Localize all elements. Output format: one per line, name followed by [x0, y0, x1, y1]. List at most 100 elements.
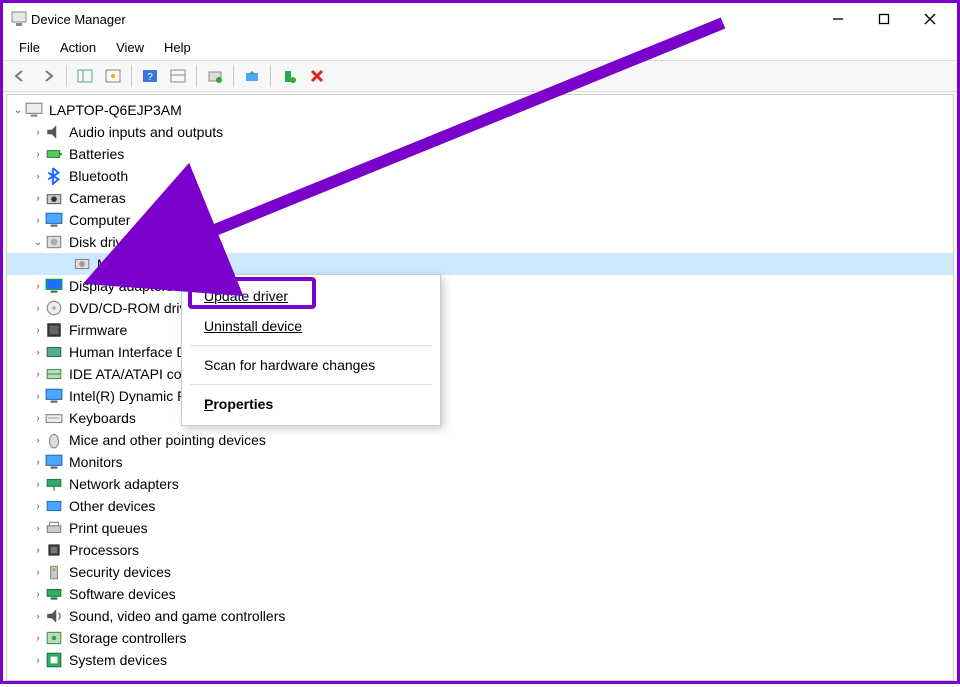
context-properties[interactable]: Properties: [182, 389, 440, 419]
tree-node[interactable]: ›Display adapters: [7, 275, 953, 297]
tree-node[interactable]: ⌄ Disk drives: [7, 231, 953, 253]
chevron-right-icon[interactable]: ›: [31, 281, 45, 292]
menu-file[interactable]: File: [9, 37, 50, 58]
chevron-right-icon[interactable]: ›: [31, 567, 45, 578]
chevron-right-icon[interactable]: ›: [31, 501, 45, 512]
tree-node[interactable]: › Storage controllers: [7, 627, 953, 649]
tree-node-label: MTFDDAK256TBN: [97, 256, 216, 272]
tree-node[interactable]: › Monitors: [7, 451, 953, 473]
tree-node[interactable]: › Audio inputs and outputs: [7, 121, 953, 143]
tree-node[interactable]: › Cameras: [7, 187, 953, 209]
context-separator: [190, 345, 432, 346]
uninstall-button[interactable]: [276, 63, 302, 89]
tree-node[interactable]: › Processors: [7, 539, 953, 561]
chevron-right-icon[interactable]: ›: [31, 545, 45, 556]
maximize-button[interactable]: [861, 3, 907, 35]
tree-node[interactable]: ›IDE ATA/ATAPI controllers: [7, 363, 953, 385]
chevron-down-icon[interactable]: ⌄: [11, 105, 25, 116]
tree-node-label: Cameras: [69, 190, 126, 206]
tree-node[interactable]: ›Bluetooth: [7, 165, 953, 187]
tree-node[interactable]: ›Keyboards: [7, 407, 953, 429]
chevron-right-icon[interactable]: ›: [31, 435, 45, 446]
chevron-down-icon[interactable]: ⌄: [31, 237, 45, 248]
tree-node[interactable]: ›Mice and other pointing devices: [7, 429, 953, 451]
toolbar-separator: [131, 65, 132, 87]
tree-node[interactable]: › Network adapters: [7, 473, 953, 495]
chevron-right-icon[interactable]: ›: [31, 303, 45, 314]
tree-node[interactable]: › System devices: [7, 649, 953, 671]
update-driver-button[interactable]: [239, 63, 265, 89]
chevron-right-icon[interactable]: ›: [31, 193, 45, 204]
tree-node-label: Audio inputs and outputs: [69, 124, 223, 140]
minimize-button[interactable]: [815, 3, 861, 35]
tree-node-label: Sound, video and game controllers: [69, 608, 285, 624]
tree-node-label: Print queues: [69, 520, 148, 536]
forward-button[interactable]: [35, 63, 61, 89]
context-uninstall-device[interactable]: Uninstall device: [182, 311, 440, 341]
context-scan-hardware[interactable]: Scan for hardware changes: [182, 350, 440, 380]
menu-help[interactable]: Help: [154, 37, 201, 58]
properties-button[interactable]: [100, 63, 126, 89]
disable-button[interactable]: [304, 63, 330, 89]
tree-node[interactable]: ›Security devices: [7, 561, 953, 583]
context-update-driver[interactable]: Update driver: [182, 281, 440, 311]
toolbar-separator: [196, 65, 197, 87]
tree-node-label: Computer: [69, 212, 130, 228]
chevron-right-icon[interactable]: ›: [31, 369, 45, 380]
tree-node-label: System devices: [69, 652, 167, 668]
tree-node-label: Software devices: [69, 586, 176, 602]
device-tree[interactable]: ⌄ LAPTOP-Q6EJP3AM › Audio inputs and output…: [6, 94, 954, 681]
tree-node[interactable]: MTFDDAK256TBN: [7, 253, 953, 275]
window-title: Device Manager: [27, 12, 815, 27]
tree-node[interactable]: › Print queues: [7, 517, 953, 539]
window-controls: [815, 3, 953, 35]
tree-node[interactable]: › Batteries: [7, 143, 953, 165]
back-button[interactable]: [7, 63, 33, 89]
chevron-right-icon[interactable]: ›: [31, 325, 45, 336]
chevron-right-icon[interactable]: ›: [31, 611, 45, 622]
chevron-right-icon[interactable]: ›: [31, 391, 45, 402]
chevron-right-icon[interactable]: ›: [31, 127, 45, 138]
chevron-right-icon[interactable]: ›: [31, 633, 45, 644]
tree-node-label: Other devices: [69, 498, 155, 514]
chevron-right-icon[interactable]: ›: [31, 171, 45, 182]
tree-node[interactable]: › Firmware: [7, 319, 953, 341]
chevron-right-icon[interactable]: ›: [31, 655, 45, 666]
tree-node[interactable]: › Sound, video and game controllers: [7, 605, 953, 627]
tree-node[interactable]: › Other devices: [7, 495, 953, 517]
tree-node-label: Batteries: [69, 146, 124, 162]
toolbar-separator: [66, 65, 67, 87]
action-pane-button[interactable]: [165, 63, 191, 89]
title-bar: Device Manager: [3, 3, 957, 35]
chevron-right-icon[interactable]: ›: [31, 413, 45, 424]
tree-node[interactable]: ›Human Interface Devices: [7, 341, 953, 363]
tree-node-label: Network adapters: [69, 476, 179, 492]
menu-action[interactable]: Action: [50, 37, 106, 58]
chevron-right-icon[interactable]: ›: [31, 589, 45, 600]
tree-node[interactable]: › Computer: [7, 209, 953, 231]
chevron-right-icon[interactable]: ›: [31, 347, 45, 358]
menu-bar: File Action View Help: [3, 35, 957, 60]
chevron-right-icon[interactable]: ›: [31, 479, 45, 490]
app-icon: [11, 11, 27, 27]
tree-node[interactable]: › Software devices: [7, 583, 953, 605]
tree-node-label: Disk drives: [69, 234, 137, 250]
tree-node-label: LAPTOP-Q6EJP3AM: [49, 102, 182, 118]
help-button[interactable]: ?: [137, 63, 163, 89]
close-button[interactable]: [907, 3, 953, 35]
tree-node-label: Processors: [69, 542, 139, 558]
tree-node-label: Firmware: [69, 322, 127, 338]
tree-node[interactable]: ⌄ LAPTOP-Q6EJP3AM: [7, 99, 953, 121]
tree-node[interactable]: ›Intel(R) Dynamic Platform and Thermal F…: [7, 385, 953, 407]
svg-text:?: ?: [147, 72, 153, 83]
scan-hardware-button[interactable]: [202, 63, 228, 89]
tree-node-label: Storage controllers: [69, 630, 187, 646]
menu-view[interactable]: View: [106, 37, 154, 58]
chevron-right-icon[interactable]: ›: [31, 457, 45, 468]
chevron-right-icon[interactable]: ›: [31, 215, 45, 226]
chevron-right-icon[interactable]: ›: [31, 523, 45, 534]
tree-node-label: Monitors: [69, 454, 123, 470]
chevron-right-icon[interactable]: ›: [31, 149, 45, 160]
tree-node[interactable]: ›DVD/CD-ROM drives: [7, 297, 953, 319]
show-hide-console-tree-button[interactable]: [72, 63, 98, 89]
